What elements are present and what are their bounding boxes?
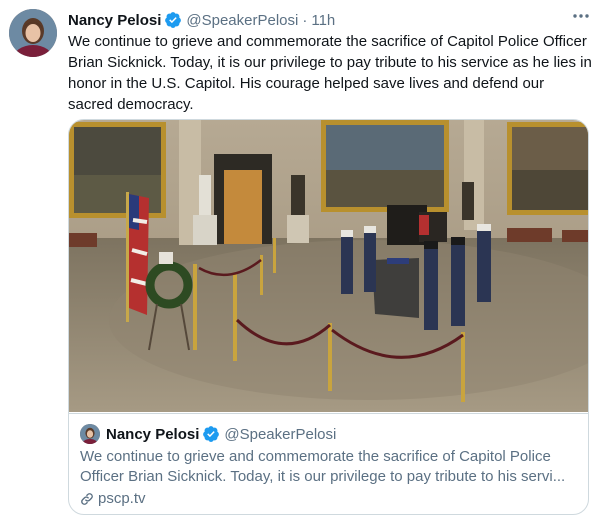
card-author-name: Nancy Pelosi <box>106 425 200 443</box>
more-options-icon[interactable] <box>570 8 592 24</box>
card-author-handle: @SpeakerPelosi <box>224 425 337 443</box>
card-header: Nancy Pelosi @SpeakerPelosi <box>80 424 336 444</box>
card-text-line-1: We continue to grieve and commemorate th… <box>80 448 551 465</box>
tweet-text: We continue to grieve and commemorate th… <box>68 33 592 113</box>
rotunda-scene-image <box>69 120 588 412</box>
avatar-image <box>9 9 57 57</box>
card-link[interactable]: pscp.tv <box>80 490 146 507</box>
verified-badge-icon <box>165 12 182 28</box>
quoted-link-card[interactable]: Nancy Pelosi @SpeakerPelosi We continue … <box>68 119 589 515</box>
card-body[interactable]: Nancy Pelosi @SpeakerPelosi We continue … <box>69 413 588 514</box>
separator-dot: · <box>302 11 308 29</box>
author-handle[interactable]: @SpeakerPelosi <box>186 12 298 29</box>
card-avatar <box>80 424 100 444</box>
card-description: We continue to grieve and commemorate th… <box>80 447 580 487</box>
card-verified-badge-icon <box>203 426 220 442</box>
video-thumbnail[interactable] <box>69 120 588 412</box>
author-avatar[interactable] <box>9 9 57 57</box>
card-link-domain[interactable]: pscp.tv <box>98 490 146 507</box>
author-name[interactable]: Nancy Pelosi <box>68 12 161 29</box>
link-icon <box>81 492 93 505</box>
tweet-header: Nancy Pelosi @SpeakerPelosi · 11h <box>68 10 590 30</box>
card-text-line-2: Officer Brian Sicknick. Today, it is our… <box>80 468 566 485</box>
tweet-timestamp[interactable]: 11h <box>311 12 335 29</box>
